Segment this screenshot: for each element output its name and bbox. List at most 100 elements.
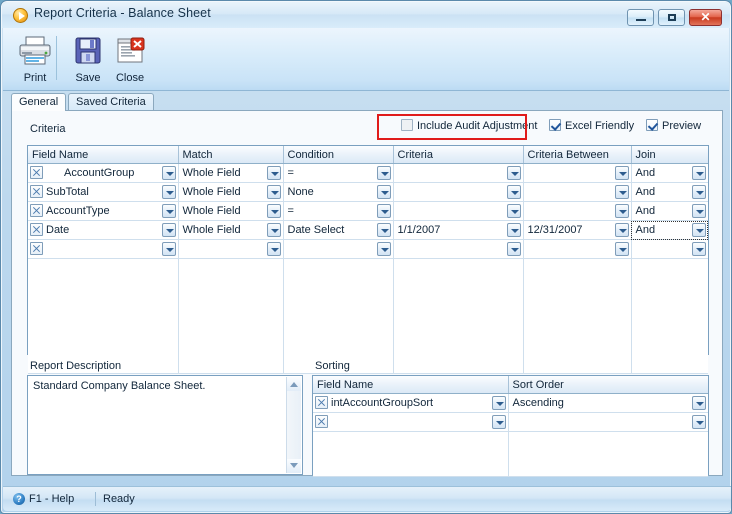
help-label[interactable]: F1 - Help	[29, 493, 74, 505]
cell-condition[interactable]: =	[283, 201, 394, 221]
table-row[interactable]	[313, 412, 708, 432]
cell-criteria-between[interactable]: 12/31/2007	[523, 220, 632, 240]
chevron-down-icon[interactable]	[161, 223, 176, 237]
cell-match[interactable]: Whole Field	[178, 220, 284, 240]
question-mark-icon[interactable]: ?	[13, 493, 25, 505]
cell-join[interactable]	[631, 239, 708, 259]
cell-field-name[interactable]: AccountGroup	[28, 163, 179, 183]
chevron-down-icon[interactable]	[692, 242, 706, 256]
chevron-down-icon[interactable]	[161, 185, 176, 199]
table-row[interactable]: AccountType Whole Field = And	[28, 201, 708, 221]
cell-sort-field-name[interactable]	[313, 412, 509, 432]
cell-sort-field-name[interactable]: intAccountGroupSort	[313, 393, 509, 413]
chevron-down-icon[interactable]	[692, 166, 706, 180]
chevron-down-icon[interactable]	[506, 204, 521, 218]
cell-join[interactable]: And	[631, 182, 708, 202]
chevron-down-icon[interactable]	[506, 185, 521, 199]
chevron-down-icon[interactable]	[376, 166, 391, 180]
chevron-down-icon[interactable]	[692, 415, 706, 429]
cell-field-name[interactable]: AccountType	[28, 201, 179, 221]
chevron-down-icon[interactable]	[614, 185, 629, 199]
cell-join[interactable]: And	[631, 201, 708, 221]
cell-condition[interactable]: =	[283, 163, 394, 183]
sorting-grid[interactable]: Field Name Sort Order intAccountGroupSor…	[312, 375, 709, 477]
chevron-down-icon[interactable]	[266, 166, 281, 180]
column-header-sort-order[interactable]: Sort Order	[508, 376, 708, 394]
tab-general[interactable]: General	[11, 93, 67, 111]
chevron-down-icon[interactable]	[376, 204, 391, 218]
cell-sort-order[interactable]: Ascending	[508, 393, 708, 413]
chevron-down-icon[interactable]	[614, 242, 629, 256]
cell-join[interactable]: And	[631, 220, 708, 240]
chevron-down-icon[interactable]	[506, 242, 521, 256]
chevron-down-icon[interactable]	[161, 242, 176, 256]
chevron-down-icon[interactable]	[614, 223, 629, 237]
preview-checkbox[interactable]: Preview	[646, 119, 701, 132]
chevron-down-icon[interactable]	[692, 396, 706, 410]
delete-row-icon[interactable]	[30, 166, 43, 179]
table-row[interactable]	[28, 239, 708, 259]
cell-match[interactable]: Whole Field	[178, 163, 284, 183]
table-row[interactable]: AccountGroup Whole Field = And	[28, 163, 708, 183]
chevron-down-icon[interactable]	[266, 204, 281, 218]
cell-condition[interactable]: Date Select	[283, 220, 394, 240]
chevron-down-icon[interactable]	[614, 166, 629, 180]
chevron-down-icon[interactable]	[376, 185, 391, 199]
chevron-down-icon[interactable]	[506, 223, 521, 237]
cell-join[interactable]: And	[631, 163, 708, 183]
chevron-down-icon[interactable]	[161, 204, 176, 218]
description-scrollbar[interactable]	[286, 377, 301, 473]
cell-condition[interactable]	[283, 239, 394, 259]
report-description-textarea[interactable]: Standard Company Balance Sheet.	[27, 375, 303, 475]
table-row[interactable]: Date Whole Field Date Select 1/1/2007 12…	[28, 220, 708, 240]
table-row[interactable]: intAccountGroupSort Ascending	[313, 393, 708, 413]
cell-sort-order[interactable]	[508, 412, 708, 432]
cell-criteria-between[interactable]	[523, 182, 632, 202]
cell-criteria[interactable]	[393, 163, 524, 183]
scroll-up-icon[interactable]	[287, 377, 301, 391]
cell-field-name[interactable]: Date	[28, 220, 179, 240]
column-header-field-name[interactable]: Field Name	[28, 146, 179, 164]
cell-match[interactable]	[178, 239, 284, 259]
column-header-match[interactable]: Match	[178, 146, 284, 164]
column-header-join[interactable]: Join	[631, 146, 708, 164]
delete-row-icon[interactable]	[315, 415, 328, 428]
chevron-down-icon[interactable]	[692, 185, 706, 199]
cell-criteria-between[interactable]	[523, 239, 632, 259]
column-header-criteria[interactable]: Criteria	[393, 146, 524, 164]
chevron-down-icon[interactable]	[376, 242, 391, 256]
close-window-button[interactable]: ✕	[689, 9, 722, 26]
cell-condition[interactable]: None	[283, 182, 394, 202]
tab-saved-criteria[interactable]: Saved Criteria	[68, 93, 154, 111]
cell-criteria-between[interactable]	[523, 201, 632, 221]
column-header-condition[interactable]: Condition	[283, 146, 394, 164]
minimize-button[interactable]	[627, 9, 654, 26]
close-toolbar-button[interactable]: Close	[102, 32, 158, 86]
criteria-grid[interactable]: Field Name Match Condition Criteria Crit…	[27, 145, 709, 374]
maximize-button[interactable]	[658, 9, 685, 26]
chevron-down-icon[interactable]	[161, 166, 176, 180]
chevron-down-icon[interactable]	[266, 242, 281, 256]
table-row[interactable]: SubTotal Whole Field None And	[28, 182, 708, 202]
excel-friendly-checkbox[interactable]: Excel Friendly	[549, 119, 634, 132]
chevron-down-icon[interactable]	[491, 396, 506, 410]
delete-row-icon[interactable]	[30, 223, 43, 236]
chevron-down-icon[interactable]	[266, 185, 281, 199]
chevron-down-icon[interactable]	[506, 166, 521, 180]
include-audit-adjustment-checkbox[interactable]: Include Audit Adjustment	[401, 119, 537, 132]
cell-criteria[interactable]: 1/1/2007	[393, 220, 524, 240]
scroll-down-icon[interactable]	[287, 459, 301, 473]
delete-row-icon[interactable]	[30, 204, 43, 217]
cell-field-name[interactable]: SubTotal	[28, 182, 179, 202]
chevron-down-icon[interactable]	[692, 204, 706, 218]
chevron-down-icon[interactable]	[266, 223, 281, 237]
delete-row-icon[interactable]	[30, 185, 43, 198]
column-header-criteria-between[interactable]: Criteria Between	[523, 146, 632, 164]
column-header-sort-field-name[interactable]: Field Name	[313, 376, 509, 394]
print-button[interactable]: Print	[7, 32, 63, 86]
chevron-down-icon[interactable]	[491, 415, 506, 429]
chevron-down-icon[interactable]	[614, 204, 629, 218]
cell-match[interactable]: Whole Field	[178, 182, 284, 202]
chevron-down-icon[interactable]	[692, 223, 706, 237]
cell-match[interactable]: Whole Field	[178, 201, 284, 221]
